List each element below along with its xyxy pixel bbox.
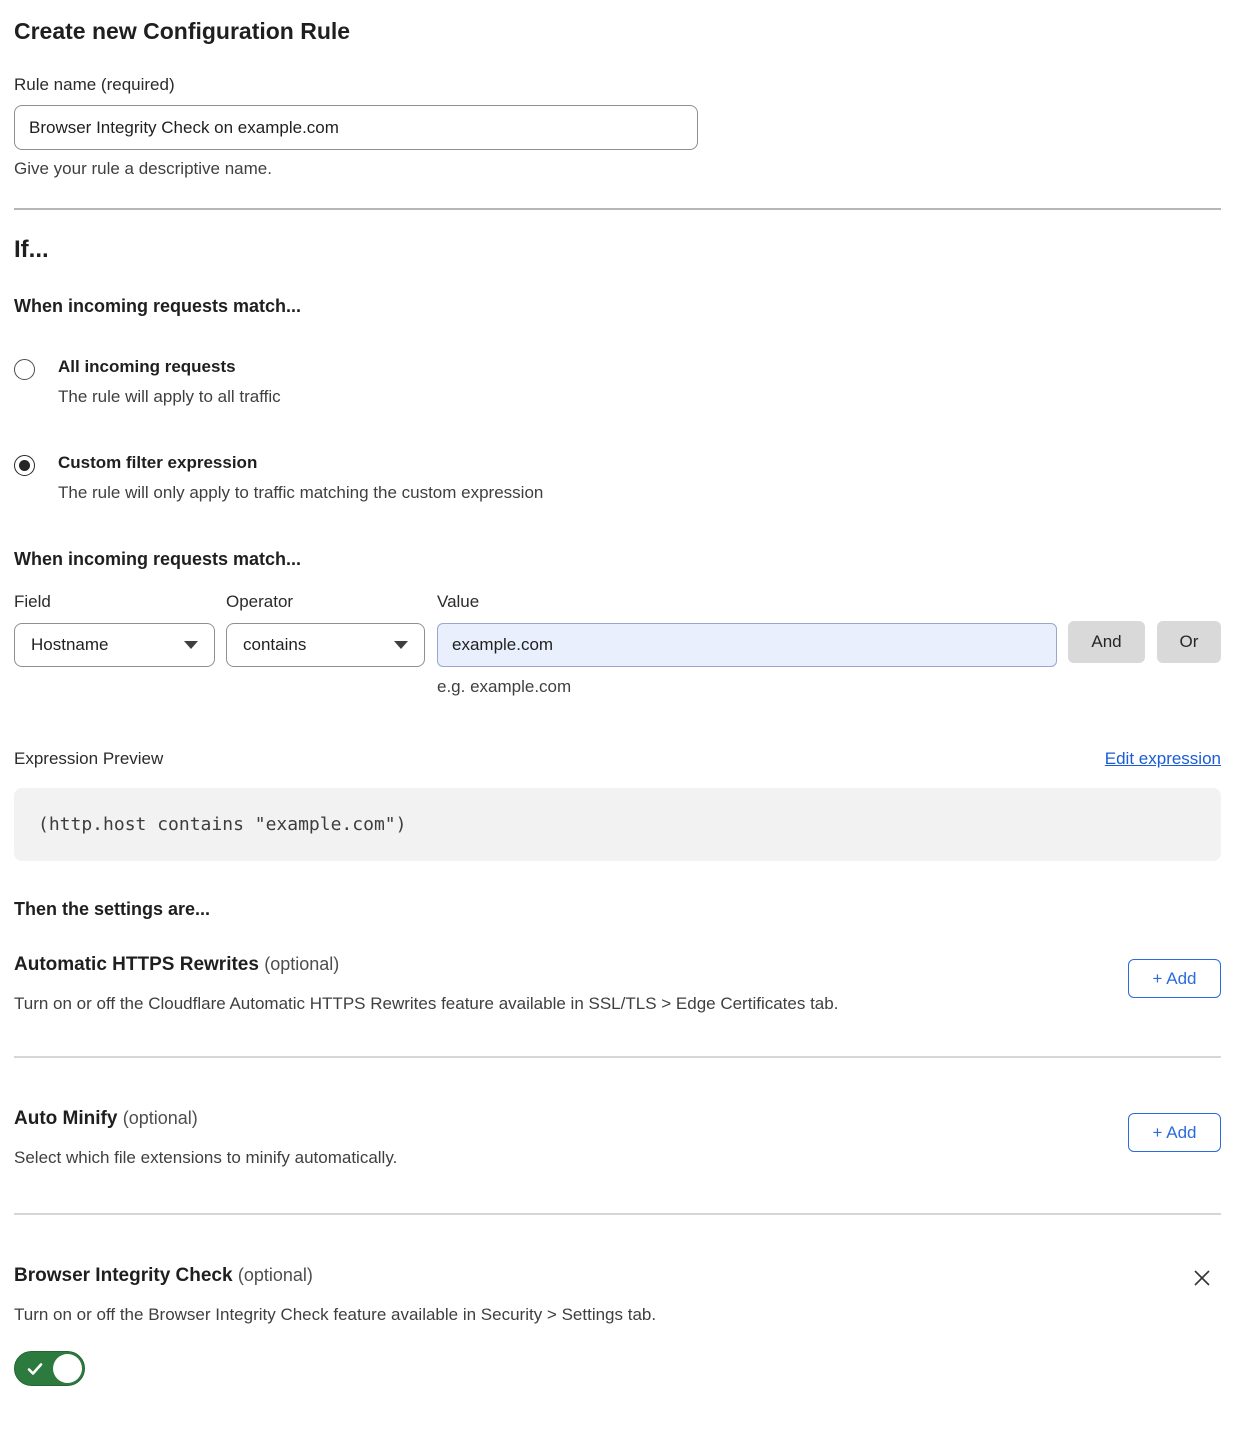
radio-button-unselected[interactable]: [14, 359, 35, 380]
add-automatic-https-rewrites-button[interactable]: + Add: [1128, 959, 1221, 998]
field-select-value: Hostname: [31, 635, 108, 655]
browser-integrity-check-toggle[interactable]: [14, 1351, 85, 1386]
if-heading: If...: [14, 236, 1221, 264]
setting-title: Auto Minify: [14, 1108, 117, 1129]
setting-optional-tag: (optional): [123, 1108, 198, 1128]
rule-name-input[interactable]: [14, 105, 698, 150]
expression-code: (http.host contains "example.com"): [38, 814, 406, 835]
radio-option-description: The rule will only apply to traffic matc…: [58, 483, 543, 503]
section-divider: [14, 1056, 1221, 1058]
expression-preview-box: (http.host contains "example.com"): [14, 788, 1221, 861]
operator-select[interactable]: contains: [226, 623, 425, 667]
toggle-knob: [53, 1354, 82, 1383]
page-title: Create new Configuration Rule: [14, 18, 1221, 45]
rule-name-label: Rule name (required): [14, 75, 1221, 95]
when-incoming-requests-match-heading: When incoming requests match...: [14, 296, 1221, 317]
edit-expression-link[interactable]: Edit expression: [1105, 749, 1221, 769]
value-label: Value: [437, 592, 1057, 612]
filter-builder-row: Field Hostname Operator contains Value e…: [14, 592, 1221, 697]
value-help-text: e.g. example.com: [437, 677, 1057, 697]
setting-auto-minify: Auto Minify (optional) Select which file…: [14, 1108, 1221, 1215]
setting-description: Turn on or off the Browser Integrity Che…: [14, 1305, 656, 1325]
then-settings-heading: Then the settings are...: [14, 899, 1221, 920]
filter-builder-heading: When incoming requests match...: [14, 549, 1221, 570]
or-button[interactable]: Or: [1157, 621, 1221, 663]
value-input[interactable]: [437, 623, 1057, 667]
rule-name-help-text: Give your rule a descriptive name.: [14, 159, 1221, 179]
radio-option-custom-filter-expression[interactable]: Custom filter expression The rule will o…: [14, 453, 1221, 503]
setting-automatic-https-rewrites: Automatic HTTPS Rewrites (optional) Turn…: [14, 954, 1221, 1058]
field-select[interactable]: Hostname: [14, 623, 215, 667]
chevron-down-icon: [184, 641, 198, 649]
radio-option-label: Custom filter expression: [58, 453, 543, 473]
operator-select-value: contains: [243, 635, 306, 655]
radio-option-description: The rule will apply to all traffic: [58, 387, 281, 407]
radio-option-all-incoming-requests[interactable]: All incoming requests The rule will appl…: [14, 357, 1221, 407]
expression-preview-label: Expression Preview: [14, 749, 163, 769]
field-label: Field: [14, 592, 215, 612]
radio-option-label: All incoming requests: [58, 357, 281, 377]
radio-button-selected[interactable]: [14, 455, 35, 476]
setting-browser-integrity-check: Browser Integrity Check (optional) Turn …: [14, 1265, 1221, 1391]
section-divider: [14, 1213, 1221, 1215]
checkmark-icon: [26, 1360, 44, 1378]
close-icon[interactable]: [1191, 1267, 1213, 1289]
setting-optional-tag: (optional): [264, 954, 339, 974]
setting-description: Select which file extensions to minify a…: [14, 1148, 397, 1168]
section-divider: [14, 208, 1221, 210]
create-configuration-rule-form: Create new Configuration Rule Rule name …: [0, 0, 1237, 1431]
setting-optional-tag: (optional): [238, 1265, 313, 1285]
add-auto-minify-button[interactable]: + Add: [1128, 1113, 1221, 1152]
setting-title: Browser Integrity Check: [14, 1265, 233, 1286]
and-button[interactable]: And: [1068, 621, 1145, 663]
setting-description: Turn on or off the Cloudflare Automatic …: [14, 994, 838, 1014]
chevron-down-icon: [394, 641, 408, 649]
setting-title: Automatic HTTPS Rewrites: [14, 954, 259, 975]
operator-label: Operator: [226, 592, 425, 612]
